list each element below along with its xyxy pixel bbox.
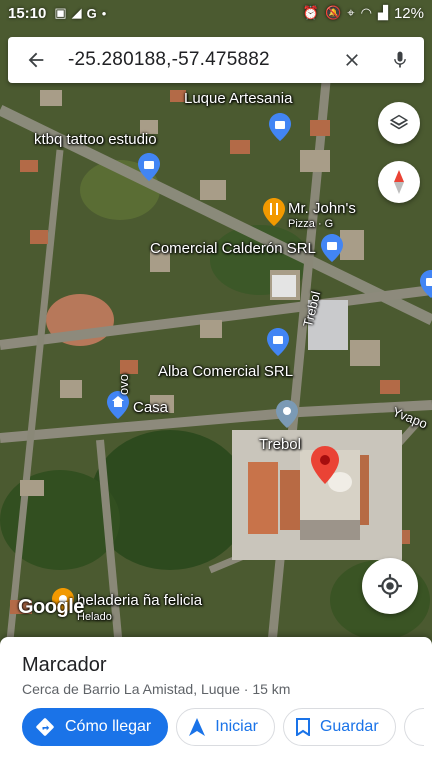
more-actions-chip[interactable]: [403, 708, 424, 746]
arrow-back-icon: [28, 52, 44, 68]
compass-button[interactable]: [378, 161, 420, 203]
place-subtitle: Cerca de Barrio La Amistad, Luque · 15 k…: [22, 681, 291, 697]
my-location-icon: [378, 574, 402, 598]
map-label-casa[interactable]: Casa: [133, 399, 168, 416]
map-label-mr-johns[interactable]: Mr. John's: [288, 200, 356, 217]
search-input[interactable]: -25.280188,-57.475882: [64, 49, 328, 71]
gallery-icon: ▣: [54, 5, 67, 20]
back-button[interactable]: [8, 37, 64, 83]
directions-label: Cómo llegar: [65, 718, 152, 735]
mute-icon: 🔕: [325, 5, 342, 20]
map-label-comercial-calderon[interactable]: Comercial Calderón SRL: [150, 240, 316, 257]
google-icon: G: [86, 5, 97, 21]
map-label-ktbq-tattoo[interactable]: ktbq tattoo estudio: [34, 131, 157, 148]
cell-signal-icon: ▟: [377, 5, 388, 20]
dropped-pin-marker-icon[interactable]: [311, 446, 339, 484]
directions-button[interactable]: Cómo llegar: [22, 708, 169, 746]
battery-level: 12%: [393, 4, 424, 22]
alarm-icon: ⏰: [302, 5, 320, 20]
compass-icon: [394, 170, 404, 194]
shopping-poi-icon[interactable]: [321, 234, 343, 262]
location-icon: ⌖: [347, 5, 355, 20]
place-title: Marcador: [22, 654, 107, 676]
save-label: Guardar: [319, 718, 379, 735]
shopping-poi-icon[interactable]: [138, 153, 160, 181]
place-bottom-sheet[interactable]: Marcador Cerca de Barrio La Amistad, Luq…: [0, 637, 432, 768]
navigation-arrow-icon: [189, 718, 206, 736]
directions-icon: [36, 718, 54, 736]
save-button[interactable]: Guardar: [282, 708, 396, 746]
status-bar: 15:10 ▣ ◢ G • ⏰ 🔕 ⌖ ◠ ▟ 12%: [0, 0, 432, 26]
wifi-icon: ◠: [360, 5, 372, 20]
search-bar: -25.280188,-57.475882: [8, 37, 424, 83]
action-chips: Cómo llegar Iniciar Guardar: [22, 708, 424, 746]
home-poi-icon[interactable]: [107, 391, 129, 419]
map-label-trebol[interactable]: Trebol: [259, 436, 301, 453]
road-label-small: ovo: [116, 374, 131, 395]
place-poi-icon[interactable]: [276, 400, 298, 428]
voice-search-button[interactable]: [376, 37, 424, 83]
map-label-alba-comercial[interactable]: Alba Comercial SRL: [158, 363, 293, 380]
google-logo: Google: [18, 596, 84, 618]
clear-button[interactable]: [328, 37, 376, 83]
map-label-heladeria[interactable]: heladeria ña felicia: [77, 592, 202, 609]
map-label-mr-johns-sub: Pizza · G: [288, 218, 334, 230]
restaurant-poi-icon[interactable]: [263, 198, 285, 226]
shopping-poi-icon[interactable]: [269, 113, 291, 141]
notification-dot: •: [101, 5, 107, 21]
start-navigation-button[interactable]: Iniciar: [176, 708, 275, 746]
shopping-poi-icon[interactable]: [267, 328, 289, 356]
mic-icon: [394, 51, 406, 68]
signal-icon: ◢: [71, 5, 82, 20]
close-icon: [346, 54, 358, 66]
layers-button[interactable]: [378, 102, 420, 144]
status-time: 15:10: [8, 4, 47, 22]
my-location-button[interactable]: [362, 558, 418, 614]
start-label: Iniciar: [215, 718, 258, 735]
layers-icon: [389, 114, 409, 130]
shopping-poi-icon[interactable]: [420, 270, 432, 298]
bookmark-icon: [295, 718, 310, 736]
map-label-luque-artesania[interactable]: Luque Artesania: [184, 90, 292, 107]
